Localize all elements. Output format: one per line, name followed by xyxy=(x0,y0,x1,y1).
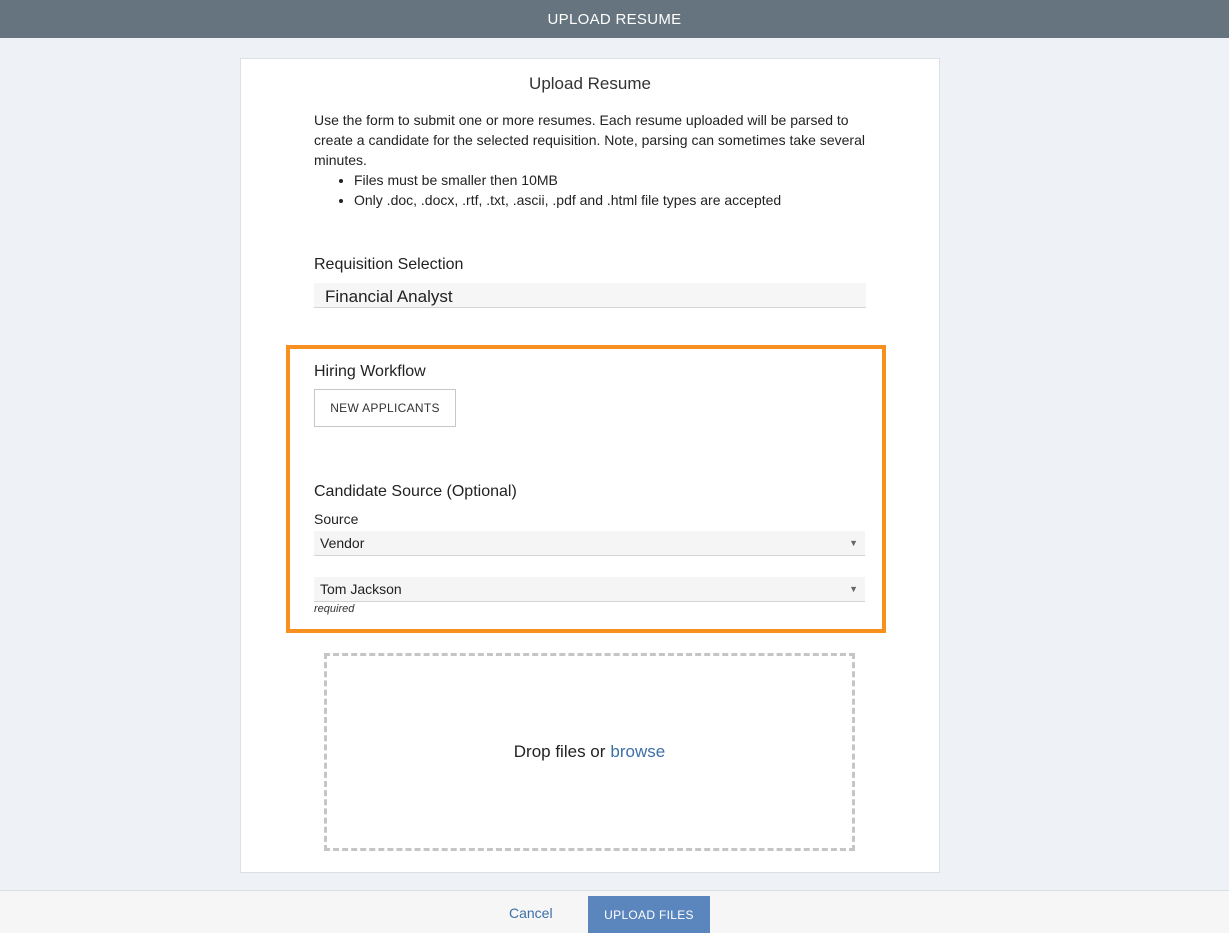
vendor-contact-value: Tom Jackson xyxy=(320,581,402,597)
intro-paragraph: Use the form to submit one or more resum… xyxy=(314,112,865,168)
candidate-source-label: Candidate Source (Optional) xyxy=(314,483,517,500)
rule-file-size: Files must be smaller then 10MB xyxy=(354,170,874,190)
required-note: required xyxy=(314,603,355,615)
requisition-label: Requisition Selection xyxy=(314,256,464,273)
dropzone-text: Drop files or xyxy=(513,742,606,761)
new-applicants-button[interactable]: NEW APPLICANTS xyxy=(314,389,456,427)
source-label: Source xyxy=(314,511,359,527)
requisition-select[interactable]: Financial Analyst xyxy=(314,283,866,308)
top-bar: UPLOAD RESUME xyxy=(0,0,1229,38)
file-dropzone[interactable]: Drop files or browse xyxy=(324,653,855,851)
upload-rules-list: Files must be smaller then 10MB Only .do… xyxy=(354,170,874,210)
cancel-button[interactable]: Cancel xyxy=(509,905,553,921)
panel-title: Upload Resume xyxy=(529,74,651,93)
source-dropdown-value: Vendor xyxy=(320,535,365,551)
page-title: UPLOAD RESUME xyxy=(547,10,682,28)
browse-link[interactable]: browse xyxy=(610,742,665,762)
vendor-contact-dropdown[interactable]: Tom Jackson ▼ xyxy=(314,577,865,602)
hiring-workflow-label: Hiring Workflow xyxy=(314,363,426,380)
upload-files-button[interactable]: UPLOAD FILES xyxy=(588,896,710,933)
intro-text-block: Use the form to submit one or more resum… xyxy=(314,110,874,210)
caret-down-icon: ▼ xyxy=(849,584,858,594)
caret-down-icon: ▼ xyxy=(849,538,858,548)
rule-file-types: Only .doc, .docx, .rtf, .txt, .ascii, .p… xyxy=(354,190,874,210)
source-dropdown[interactable]: Vendor ▼ xyxy=(314,531,865,556)
